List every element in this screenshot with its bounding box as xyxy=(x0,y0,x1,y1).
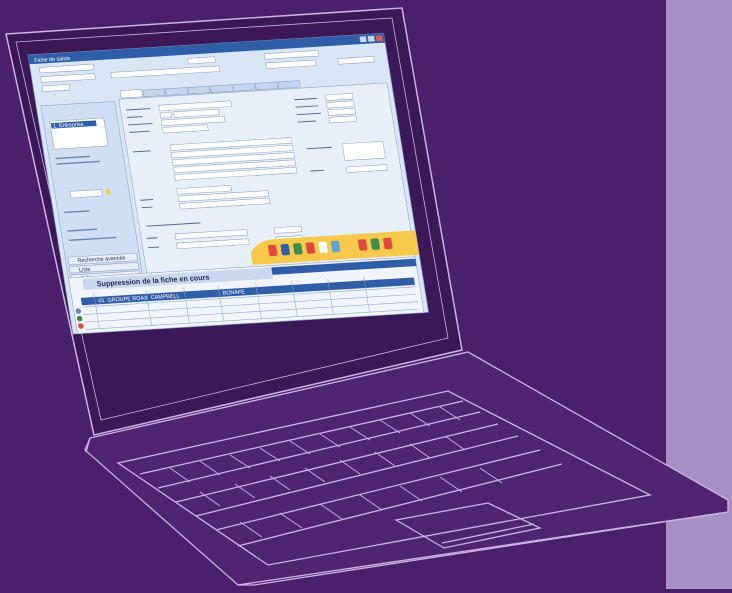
grid-cell-1: 01 xyxy=(98,298,105,304)
laptop-svg: Fiche de saisie 1. Entreprise Recherche … xyxy=(5,0,732,589)
maximize-button[interactable] xyxy=(367,35,375,42)
tab-historique[interactable] xyxy=(232,83,256,92)
tab-tarifs[interactable] xyxy=(164,87,189,96)
side-button-2-label: Liste xyxy=(79,267,91,274)
tab-commandes[interactable] xyxy=(254,81,279,91)
laptop-illustration: Fiche de saisie 1. Entreprise Recherche … xyxy=(0,0,732,589)
close-button[interactable] xyxy=(375,35,383,42)
minimize-button[interactable] xyxy=(359,36,367,43)
tab-documents[interactable] xyxy=(209,84,234,93)
tab-general[interactable] xyxy=(119,89,144,99)
tab-complements[interactable] xyxy=(277,80,301,89)
screen: Fiche de saisie 1. Entreprise Recherche … xyxy=(27,32,429,335)
tab-options[interactable] xyxy=(142,88,166,98)
tab-contrats[interactable] xyxy=(187,85,211,95)
